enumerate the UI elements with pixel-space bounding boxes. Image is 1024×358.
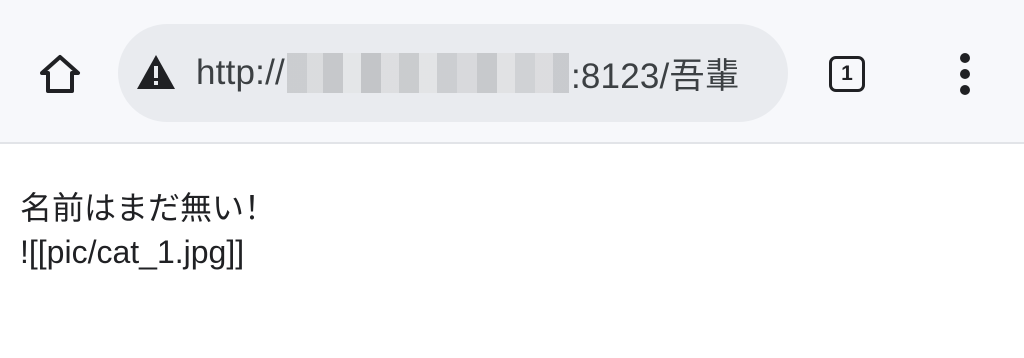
three-dots-vertical-icon: [960, 53, 970, 95]
warning-triangle-icon[interactable]: [136, 54, 176, 90]
page-content: 名前はまだ無い！ ![[pic/cat_1.jpg]]: [20, 186, 1000, 274]
address-bar[interactable]: http:// :8123/吾輩: [118, 24, 788, 122]
menu-button[interactable]: [940, 46, 990, 102]
tab-switcher-button[interactable]: 1: [822, 50, 872, 98]
page-text-line: 名前はまだ無い！: [20, 190, 277, 226]
home-icon: [40, 55, 80, 93]
page-text-line: ![[pic/cat_1.jpg]]: [20, 234, 245, 270]
browser-toolbar: http:// :8123/吾輩 1: [0, 0, 1024, 144]
url-host-redacted: [286, 53, 569, 93]
url-prefix: http://: [196, 53, 285, 92]
home-button[interactable]: [34, 50, 86, 98]
url-suffix: :8123/吾輩: [570, 56, 740, 96]
tab-count: 1: [829, 56, 865, 92]
url-text[interactable]: http:// :8123/吾輩: [196, 46, 740, 100]
